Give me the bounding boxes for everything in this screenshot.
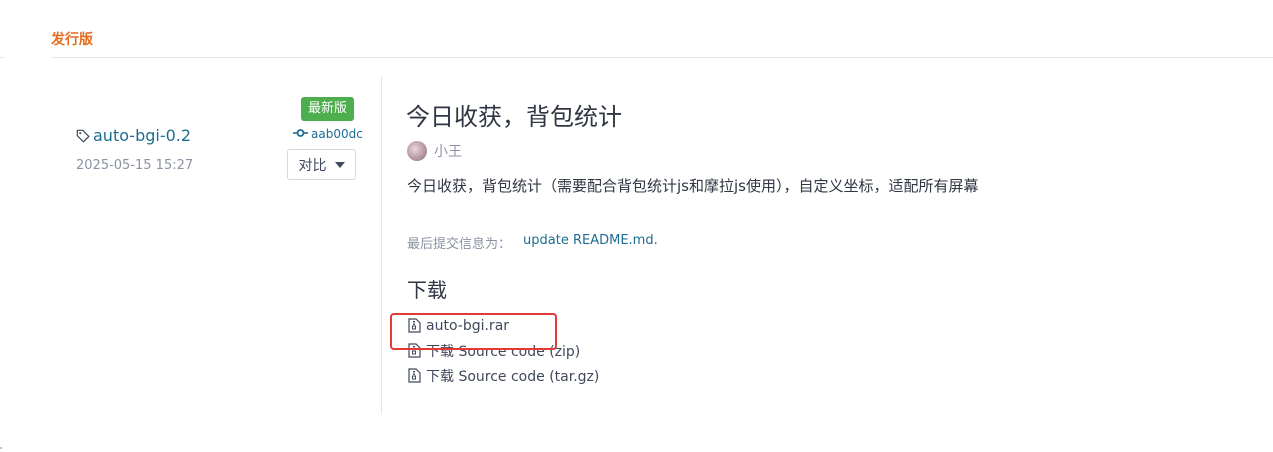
releases-page: 发行版 最新版 auto-bgi-0.2 2025-05-15 15:27 aa…	[0, 0, 1273, 452]
latest-badge: 最新版	[301, 97, 354, 121]
file-archive-icon	[408, 343, 421, 358]
compare-dropdown-button[interactable]: 对比	[287, 149, 356, 180]
compare-label: 对比	[298, 157, 327, 174]
file-archive-icon	[408, 368, 421, 383]
download-label: 下载 Source code (tar.gz)	[426, 368, 600, 385]
commit-hash: aab00dc	[311, 127, 363, 141]
author-name: 小王	[434, 144, 462, 160]
commit-icon	[293, 127, 308, 141]
downloads-heading: 下载	[407, 278, 447, 302]
tag-icon	[76, 129, 90, 143]
author-link[interactable]: 小王	[407, 141, 462, 161]
download-item-rar[interactable]: auto-bgi.rar	[408, 317, 599, 334]
release-tag: auto-bgi-0.2	[93, 126, 192, 145]
file-archive-icon	[408, 318, 421, 333]
release-tag-link[interactable]: auto-bgi-0.2	[76, 126, 191, 145]
downloads-list: auto-bgi.rar 下载 Source code (zip) 下载 Sou…	[408, 317, 600, 385]
release-description: 今日收获，背包统计（需要配合背包统计js和摩拉js使用），自定义坐标，适配所有屏…	[407, 177, 979, 195]
section-title: 发行版	[51, 32, 93, 48]
release-title: 今日收获，背包统计	[406, 103, 622, 131]
download-label: auto-bgi.rar	[426, 317, 510, 334]
avatar	[407, 141, 427, 161]
download-label: 下载 Source code (zip)	[426, 343, 581, 360]
release-date: 2025-05-15 15:27	[76, 158, 194, 173]
last-commit-message-link[interactable]: update README.md.	[523, 233, 658, 252]
section-divider	[51, 57, 1273, 58]
last-commit-row: 最后提交信息为： update README.md.	[407, 233, 658, 252]
chevron-down-icon	[334, 161, 345, 168]
last-commit-label: 最后提交信息为：	[407, 237, 512, 252]
commit-link[interactable]: aab00dc	[293, 127, 363, 141]
column-divider	[381, 76, 382, 414]
corner-mark	[0, 447, 2, 449]
divider-stub	[0, 57, 5, 58]
download-item-targz[interactable]: 下载 Source code (tar.gz)	[408, 367, 600, 385]
download-item-zip[interactable]: 下载 Source code (zip)	[408, 342, 599, 360]
